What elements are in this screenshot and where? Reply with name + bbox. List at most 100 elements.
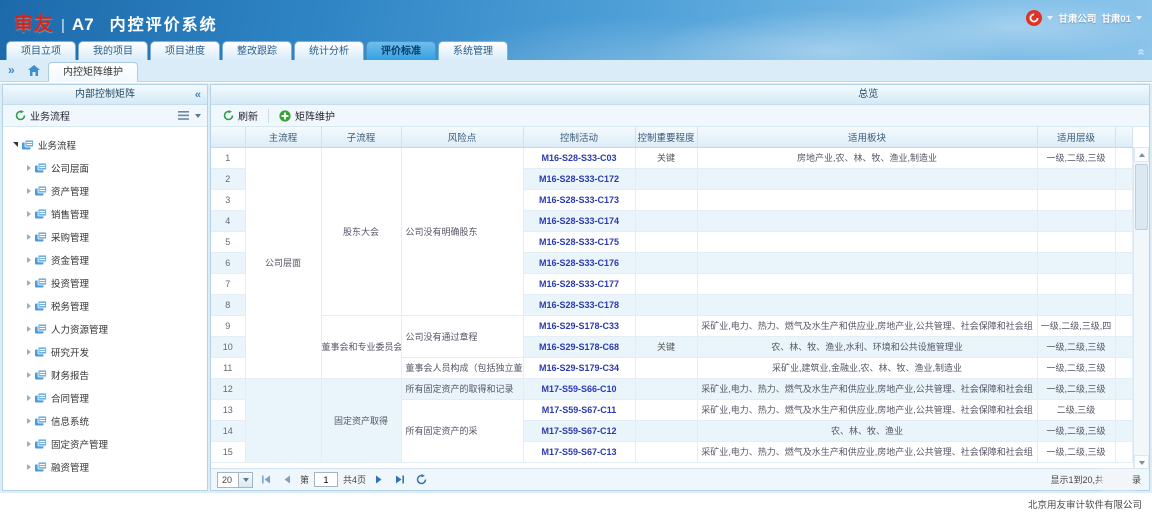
expand-menu-icon[interactable]: » [8,63,15,77]
tree-item[interactable]: 采购管理 [3,225,207,248]
control-activity-cell: M16-S29-S179-C34 [523,357,635,378]
tree-collapsed-icon[interactable] [27,165,31,171]
nav-tab[interactable]: 项目进度 [150,41,220,60]
applicable-plate-cell: 采矿业,电力、热力、燃气及水生产和供应业,房地产业,公共管理、社会保障和社会组 [697,378,1037,399]
tree-item[interactable]: 公司层面 [3,156,207,179]
row-number-cell: 7 [211,273,245,294]
control-activity-link[interactable]: M16-S28-S33-C174 [539,216,619,226]
applicable-plate-cell: 房地产业,农、林、牧、渔业,制造业 [697,147,1037,168]
tree-collapsed-icon[interactable] [27,441,31,447]
record-count-info: 显示1到20,共 录 [1050,473,1141,486]
tree-collapsed-icon[interactable] [27,303,31,309]
control-activity-link[interactable]: M16-S28-S33-C172 [539,174,619,184]
tree-item[interactable]: 固定资产管理 [3,432,207,455]
tree-collapsed-icon[interactable] [27,188,31,194]
applicable-plate-cell [697,210,1037,231]
total-pages-label: 共4页 [343,473,366,486]
open-page-tab[interactable]: 内控矩阵维护 [48,62,138,82]
tree-collapsed-icon[interactable] [27,464,31,470]
tree-collapsed-icon[interactable] [27,211,31,217]
tree-collapsed-icon[interactable] [27,372,31,378]
tree-collapsed-icon[interactable] [27,234,31,240]
tree-item[interactable]: 信息系统 [3,409,207,432]
tree-item[interactable]: 合同管理 [3,386,207,409]
control-activity-link[interactable]: M16-S28-S33-C177 [539,279,619,289]
matrix-maintain-button[interactable]: 矩阵维护 [273,107,341,125]
tree-item[interactable]: 投资管理 [3,271,207,294]
row-number-cell: 6 [211,252,245,273]
control-activity-link[interactable]: M16-S29-S178-C33 [539,321,619,331]
scroll-up-icon[interactable] [1134,147,1149,162]
tree-item[interactable]: 销售管理 [3,202,207,225]
process-filter-button[interactable]: 业务流程 [9,107,76,125]
applicable-level-cell [1037,252,1115,273]
process-node-icon [35,301,47,311]
list-view-icon[interactable] [178,111,189,120]
control-activity-link[interactable]: M17-S59-S66-C10 [541,384,616,394]
refresh-label: 刷新 [238,108,258,123]
nav-tab[interactable]: 项目立项 [6,41,76,60]
tree-item[interactable]: 融资管理 [3,455,207,478]
notice-badge-icon[interactable] [1026,10,1042,26]
first-page-button[interactable] [258,472,274,488]
brand-logo: 审友 [14,9,54,36]
tree-item[interactable]: 资产管理 [3,179,207,202]
control-activity-link[interactable]: M16-S29-S179-C34 [539,363,619,373]
nav-tab[interactable]: 评价标准 [366,41,436,60]
applicable-plate-cell: 采矿业,电力、热力、燃气及水生产和供应业,房地产业,公共管理、社会保障和社会组 [697,399,1037,420]
collapse-left-icon[interactable]: « [195,85,201,105]
tree-item[interactable]: 财务报告 [3,363,207,386]
tree-item[interactable]: 税务管理 [3,294,207,317]
tree-item[interactable]: 研究开发 [3,340,207,363]
applicable-level-cell: 二级,三级 [1037,399,1115,420]
chevron-down-icon[interactable] [238,473,252,487]
scrollbar-thumb[interactable] [1135,164,1148,230]
tree-root[interactable]: 业务流程 [3,133,207,156]
page-size-select[interactable]: 20 [217,472,253,488]
filler-cell [1115,147,1133,168]
nav-tab[interactable]: 整改跟踪 [222,41,292,60]
prev-page-button[interactable] [279,472,295,488]
pager-refresh-icon[interactable] [413,472,429,488]
tree-collapsed-icon[interactable] [27,257,31,263]
tree-expanded-icon[interactable] [13,142,18,147]
nav-tab[interactable]: 系统管理 [438,41,508,60]
tree-item[interactable]: 人力资源管理 [3,317,207,340]
control-activity-link[interactable]: M17-S59-S67-C12 [541,426,616,436]
control-activity-link[interactable]: M16-S28-S33-C176 [539,258,619,268]
control-activity-link[interactable]: M16-S28-S33-C178 [539,300,619,310]
chevron-down-icon[interactable] [1136,16,1142,20]
home-icon[interactable] [28,65,40,76]
nav-tab[interactable]: 统计分析 [294,41,364,60]
control-activity-link[interactable]: M17-S59-S67-C11 [542,405,617,415]
control-activity-cell: M16-S28-S33-C174 [523,210,635,231]
tree-item[interactable]: 资金管理 [3,248,207,271]
refresh-button[interactable]: 刷新 [217,107,264,125]
control-activity-link[interactable]: M16-S28-S33-C175 [539,237,619,247]
next-page-button[interactable] [371,472,387,488]
tree-collapsed-icon[interactable] [27,349,31,355]
filler-cell [1115,357,1133,378]
tree-collapsed-icon[interactable] [27,280,31,286]
applicable-plate-cell: 采矿业,电力、热力、燃气及水生产和供应业,房地产业,公共管理、社会保障和社会组 [697,441,1037,462]
control-activity-link[interactable]: M16-S28-S33-C173 [539,195,619,205]
collapse-up-icon[interactable]: » [1134,48,1146,55]
row-number-cell: 8 [211,294,245,315]
tree-collapsed-icon[interactable] [27,395,31,401]
tree-item-label: 财务报告 [51,368,89,382]
applicable-level-cell [1037,168,1115,189]
tree-collapsed-icon[interactable] [27,326,31,332]
nav-tab[interactable]: 我的项目 [78,41,148,60]
vertical-scrollbar[interactable] [1133,147,1149,470]
page-number-input[interactable] [314,472,338,487]
chevron-down-icon[interactable] [1047,16,1053,20]
column-header [1115,127,1133,147]
control-activity-link[interactable]: M16-S28-S33-C03 [541,153,616,163]
control-activity-cell: M17-S59-S67-C13 [523,441,635,462]
last-page-button[interactable] [392,472,408,488]
control-activity-link[interactable]: M16-S29-S178-C68 [539,342,619,352]
control-activity-link[interactable]: M17-S59-S67-C13 [541,447,616,457]
tree-collapsed-icon[interactable] [27,418,31,424]
chevron-down-icon[interactable] [195,114,201,118]
process-node-icon [35,370,47,380]
